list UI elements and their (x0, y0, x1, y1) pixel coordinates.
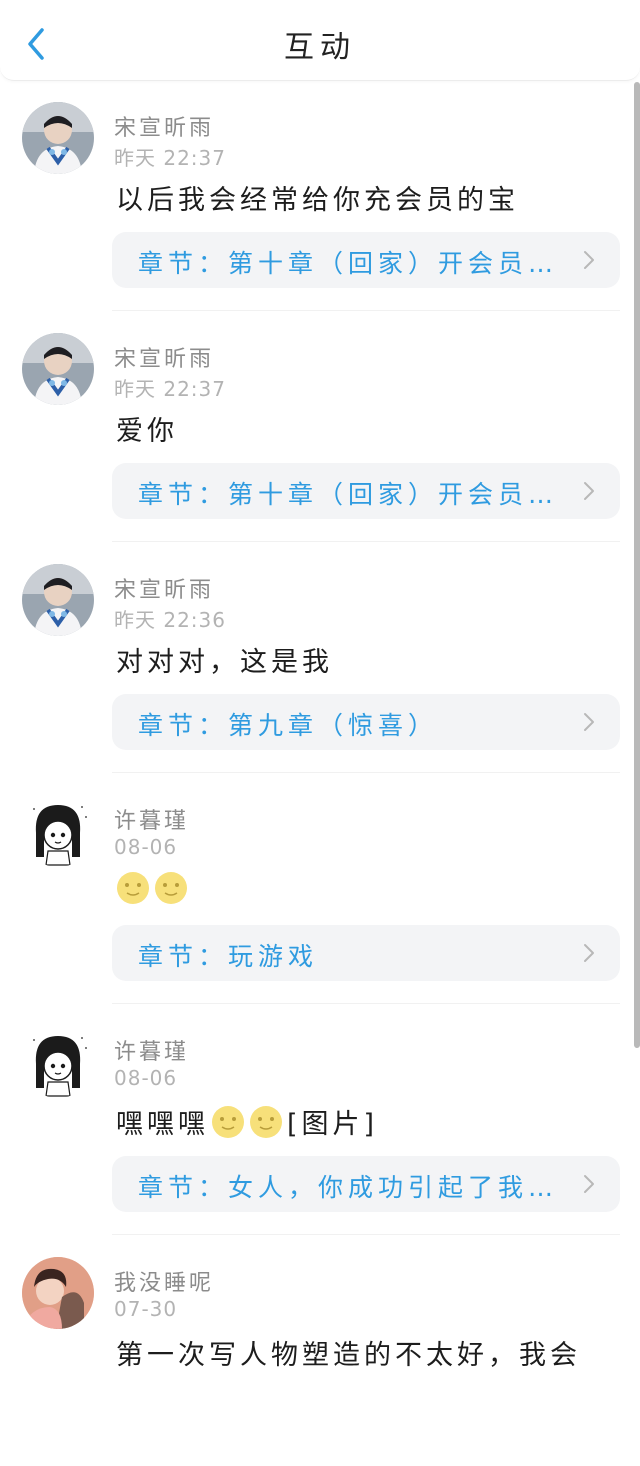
top-bar: 互动 (0, 0, 640, 81)
list-item[interactable]: 宋宣昕雨 昨天 22:37 爱你 章节：第十章（回家）开会员… (0, 311, 640, 542)
chevron-right-icon (584, 251, 594, 269)
chapter-label: 章节：第九章（惊喜） (138, 711, 439, 740)
chevron-right-icon (584, 482, 594, 500)
chapter-link[interactable]: 章节：第十章（回家）开会员… (112, 232, 620, 288)
chevron-right-icon (584, 1175, 594, 1193)
comment-text: 对对对，这是我 (116, 647, 333, 678)
avatar[interactable] (22, 1026, 94, 1098)
username[interactable]: 许暮瑾 (114, 1034, 189, 1066)
comment-text: 嘿嘿嘿 [图片] (116, 1102, 378, 1141)
username[interactable]: 宋宣昕雨 (114, 110, 214, 142)
comment-text: 爱你 (116, 416, 178, 447)
timestamp: 昨天 22:36 (114, 608, 226, 632)
chapter-label: 章节：玩游戏 (138, 942, 319, 971)
chapter-label: 章节：第十章（回家）开会员… (138, 480, 559, 509)
list-item[interactable]: 许暮瑾 08-06 章节：玩游戏 (0, 773, 640, 1004)
chevron-right-icon (584, 944, 594, 962)
chapter-link[interactable]: 章节：玩游戏 (112, 925, 620, 981)
chapter-link[interactable]: 章节：女人，你成功引起了我… (112, 1156, 620, 1212)
chapter-label: 章节：第十章（回家）开会员… (138, 249, 559, 278)
avatar[interactable] (22, 333, 94, 405)
timestamp: 昨天 22:37 (114, 146, 226, 170)
username[interactable]: 许暮瑾 (114, 803, 189, 835)
comment-text-prefix: 嘿嘿嘿 (116, 1109, 209, 1140)
comment-text: 第一次写人物塑造的不太好，我会 (116, 1340, 581, 1371)
smirk-moon-emoji-icon (250, 1105, 282, 1138)
scrollbar[interactable] (634, 82, 640, 1048)
timestamp: 昨天 22:37 (114, 377, 226, 401)
smirk-moon-emoji-icon (212, 1105, 244, 1138)
smirk-moon-emoji-icon (155, 872, 187, 904)
username[interactable]: 宋宣昕雨 (114, 572, 214, 604)
comment-image-tag[interactable]: [图片] (287, 1102, 378, 1141)
interaction-list: 宋宣昕雨 昨天 22:37 以后我会经常给你充会员的宝 章节：第十章（回家）开会… (0, 80, 640, 1466)
timestamp: 08-06 (114, 1066, 178, 1090)
list-item[interactable]: 宋宣昕雨 昨天 22:36 对对对，这是我 章节：第九章（惊喜） (0, 542, 640, 773)
chapter-label: 章节：女人，你成功引起了我… (138, 1173, 559, 1202)
smirk-moon-emoji-icon (117, 872, 149, 904)
list-item[interactable]: 宋宣昕雨 昨天 22:37 以后我会经常给你充会员的宝 章节：第十章（回家）开会… (0, 80, 640, 311)
list-item[interactable]: 我没睡呢 07-30 第一次写人物塑造的不太好，我会 (0, 1235, 640, 1466)
page-title: 互动 (284, 30, 356, 65)
chevron-right-icon (584, 713, 594, 731)
avatar[interactable] (22, 564, 94, 636)
avatar[interactable] (22, 102, 94, 174)
username[interactable]: 我没睡呢 (114, 1265, 214, 1297)
timestamp: 08-06 (114, 835, 178, 859)
username[interactable]: 宋宣昕雨 (114, 341, 214, 373)
comment-text: 以后我会经常给你充会员的宝 (116, 185, 519, 216)
avatar[interactable] (22, 1257, 94, 1329)
timestamp: 07-30 (114, 1297, 178, 1321)
avatar[interactable] (22, 795, 94, 867)
comment-text (116, 871, 192, 905)
chapter-link[interactable]: 章节：第九章（惊喜） (112, 694, 620, 750)
list-item[interactable]: 许暮瑾 08-06 嘿嘿嘿 [图片] 章节：女人，你成功引起了我… (0, 1004, 640, 1235)
chapter-link[interactable]: 章节：第十章（回家）开会员… (112, 463, 620, 519)
